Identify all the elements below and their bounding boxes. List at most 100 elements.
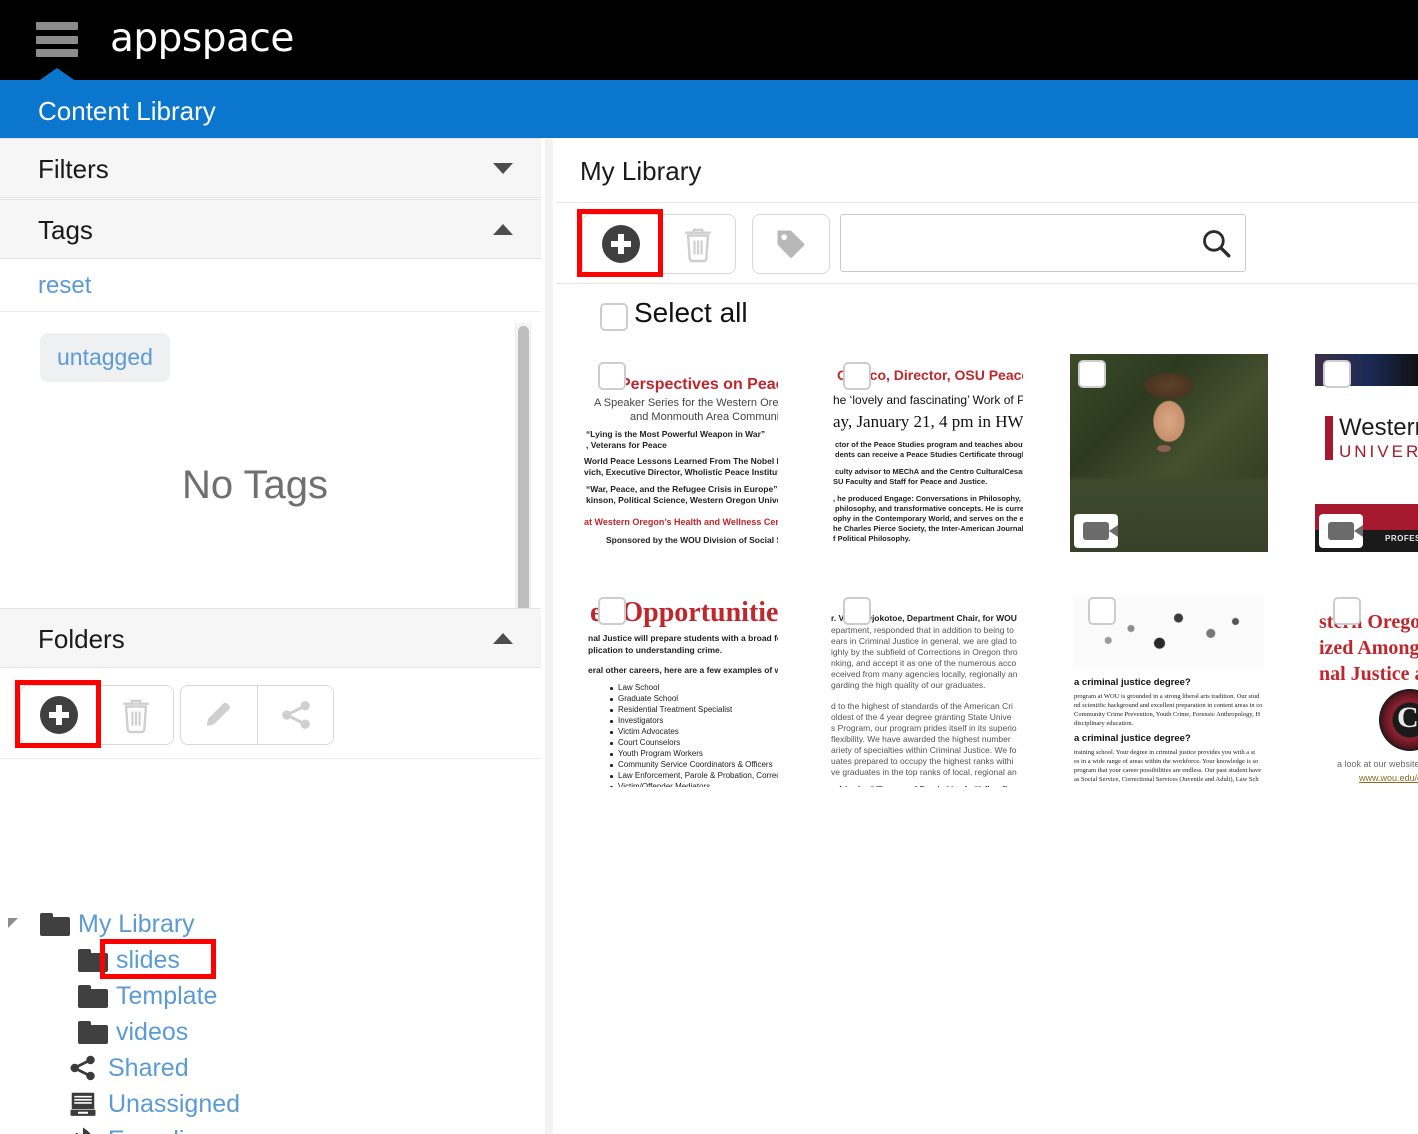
library-title: My Library: [580, 156, 702, 186]
add-folder-button[interactable]: [21, 686, 97, 744]
video-camera-icon: [1319, 514, 1363, 548]
slide-line: World Peace Lessons Learned From The Nob…: [584, 456, 778, 466]
folder-tree-label: slides: [116, 945, 180, 974]
content-card-checkbox[interactable]: [1333, 597, 1361, 625]
search-input[interactable]: [841, 215, 1191, 271]
chevron-down-icon[interactable]: [493, 163, 513, 174]
content-card[interactable]: Perspectives on Peace A Speaker Series f…: [580, 354, 778, 552]
folder-tree-item-videos[interactable]: videos: [78, 1015, 188, 1049]
folders-toolbar: [0, 669, 541, 759]
slide-line: es in a wide range of areas within the w…: [1074, 758, 1259, 765]
slide-line: “War, Peace, and the Refugee Crisis in E…: [586, 484, 778, 494]
slide-footer-1: a look at our website for d: [1337, 759, 1418, 769]
sidebar-section-folders[interactable]: Folders: [0, 608, 541, 668]
search-icon[interactable]: [1199, 226, 1233, 260]
page-title: Content Library: [38, 96, 216, 126]
content-card-checkbox[interactable]: [1088, 597, 1116, 625]
content-card[interactable]: er Opportunitie nal Justice will prepare…: [580, 589, 778, 787]
select-all-row: Select all: [556, 288, 1418, 348]
sidebar-section-tags[interactable]: Tags: [0, 199, 541, 259]
slide-line: uates prepared to occupy the highest ran…: [831, 756, 1014, 766]
share-folder-button[interactable]: [257, 686, 333, 744]
slide-line: vich, Executive Director, Wholistic Peac…: [584, 467, 778, 477]
slide-bullet: Graduate School: [618, 694, 679, 703]
folder-tree-item-shared[interactable]: Shared: [66, 1051, 189, 1085]
delete-content-button[interactable]: [659, 215, 735, 273]
slide-line: training school. Your degree in criminal…: [1074, 749, 1256, 756]
content-card-checkbox[interactable]: [598, 597, 626, 625]
tag-icon: [777, 230, 805, 258]
slide-line: ears in Criminal Justice in general, we …: [831, 636, 1017, 646]
share-icon: [281, 701, 310, 729]
folder-tree-item-slides[interactable]: slides: [78, 943, 180, 977]
content-card[interactable]: [1070, 354, 1268, 552]
folder-tree-label: Encoding: [108, 1126, 212, 1134]
slide-line: nal Justice will prepare students with a…: [588, 633, 778, 643]
content-card-checkbox[interactable]: [1078, 360, 1106, 388]
disclosure-triangle-icon[interactable]: [8, 918, 18, 928]
folder-tree-item-unassigned[interactable]: Unassigned: [66, 1087, 240, 1121]
folder-tree-item-template[interactable]: Template: [78, 979, 217, 1013]
slide-line: eceived from many agencies locally, regi…: [831, 669, 1018, 679]
trash-icon: [684, 228, 711, 263]
content-card-checkbox[interactable]: [843, 597, 871, 625]
slide-bullet: Court Counselors: [618, 738, 681, 747]
hamburger-icon[interactable]: [36, 22, 78, 57]
folder-tree-item-encoding[interactable]: Encoding: [66, 1123, 212, 1134]
edit-folder-button[interactable]: [181, 686, 257, 744]
slide-line: ighly by the subfield of Corrections in …: [831, 647, 1018, 657]
tags-reset-row: reset: [0, 260, 541, 312]
content-card[interactable]: Western O UNIVERSI PROFESSOR: [1315, 354, 1418, 552]
chevron-up-icon[interactable]: [493, 224, 513, 235]
add-content-button[interactable]: [583, 215, 659, 273]
content-card[interactable]: r. Vivian Djokotoe, Department Chair, fo…: [825, 589, 1023, 787]
library-toolbar-group-tag: [752, 214, 830, 274]
sidebar-section-filters[interactable]: Filters: [0, 138, 541, 198]
slide-venue: at Western Oregon’s Health and Wellness …: [584, 517, 778, 527]
folder-tree-item-my-library[interactable]: My Library: [8, 907, 201, 941]
content-card-checkbox[interactable]: [843, 362, 871, 390]
tags-scrollbar-thumb[interactable]: [518, 326, 529, 629]
chevron-up-icon[interactable]: [493, 633, 513, 644]
content-card[interactable]: stern Orego ized Among nal Justice a C a…: [1315, 589, 1418, 787]
slide-line: ve graduates in the top ranks of local, …: [831, 767, 1017, 777]
folder-tree-label: videos: [116, 1017, 189, 1046]
reset-link[interactable]: reset: [38, 272, 91, 300]
top-bar: appspace: [0, 0, 1418, 80]
select-all-checkbox[interactable]: [600, 303, 628, 331]
wou-line-2: UNIVERSI: [1339, 442, 1418, 461]
slide-heading-1: a criminal justice degree?: [1074, 677, 1191, 688]
slide-line: culty advisor to MEChA and the Centro Cu…: [835, 467, 1023, 476]
tag-chip-untagged[interactable]: untagged: [40, 333, 170, 382]
slide-footer-1: nal Justice Office, second floor in Maas…: [831, 785, 1012, 787]
tags-panel: untagged No Tags: [0, 313, 541, 638]
slide-line: disciplinary education.: [1074, 720, 1134, 727]
delete-folder-button[interactable]: [97, 686, 173, 744]
slide-title-2: ized Among: [1319, 637, 1418, 659]
slide-thumbnail: stern Orego ized Among nal Justice a C a…: [1315, 589, 1418, 787]
folder-tree-label: Unassigned: [108, 1089, 241, 1118]
pencil-icon: [206, 702, 230, 726]
trash-icon: [122, 699, 149, 734]
content-card[interactable]: Orosco, Director, OSU Peace Stu he ‘love…: [825, 354, 1023, 552]
folders-label: Folders: [38, 624, 125, 654]
slide-bullet: Law Enforcement, Parole & Probation, Cor…: [618, 771, 778, 780]
slide-subtitle-1: he ‘lovely and fascinating’ Work of Peac…: [833, 393, 1023, 407]
content-card-checkbox[interactable]: [598, 362, 626, 390]
slide-line: f Political Philosophy.: [833, 534, 911, 543]
slide-line: as Social Service, Correctional Services…: [1074, 776, 1259, 783]
slide-line: program at WOU is grounded in a strong l…: [1074, 693, 1260, 700]
brand-logo[interactable]: appspace: [110, 16, 294, 61]
tags-label: Tags: [38, 215, 93, 245]
folders-toolbar-group-primary: [20, 685, 174, 745]
search-box[interactable]: [840, 214, 1246, 272]
folder-tree-label: My Library: [78, 909, 195, 938]
content-card-checkbox[interactable]: [1323, 360, 1351, 388]
content-card[interactable]: a criminal justice degree? program at WO…: [1070, 589, 1268, 787]
folder-icon: [78, 984, 108, 1008]
tag-content-button[interactable]: [753, 215, 829, 273]
slide-bullet: Victim/Offender Mediators: [618, 782, 711, 787]
slide-line: kinson, Political Science, Western Orego…: [586, 495, 778, 505]
slide-subtitle-2: and Monmouth Area Community: [630, 411, 778, 423]
slide-bullet: Community Service Coordinators & Officer…: [618, 760, 773, 769]
